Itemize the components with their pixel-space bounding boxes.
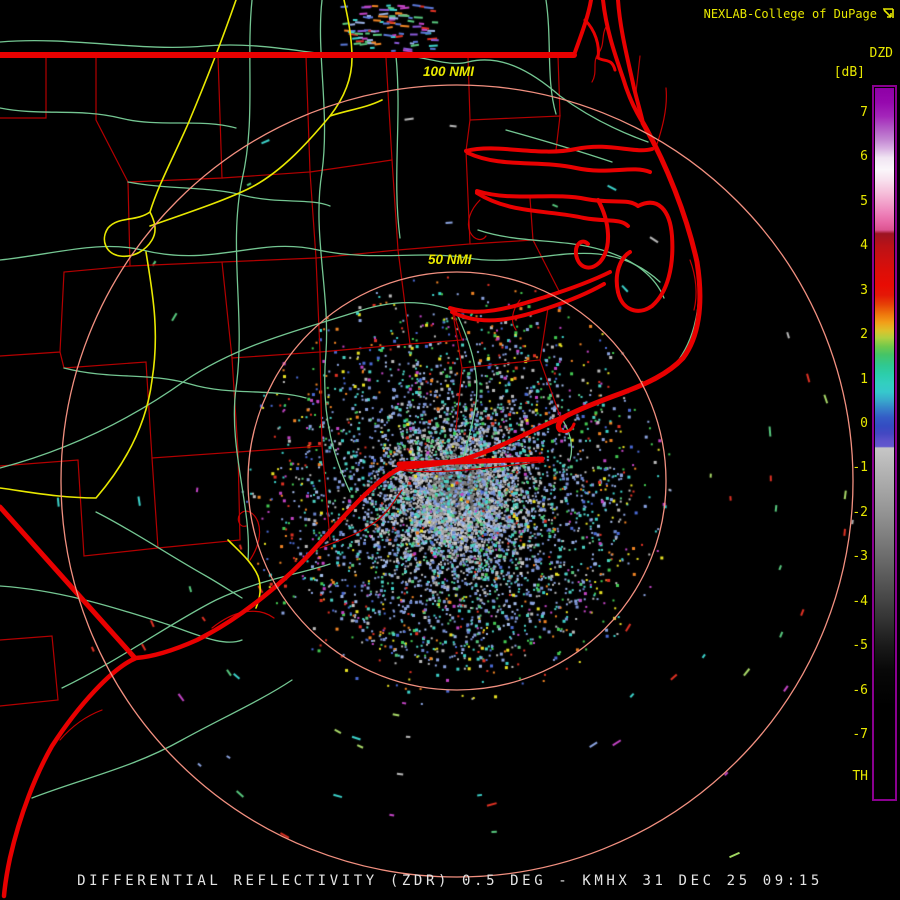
road-line [128, 182, 330, 206]
road-line [96, 512, 242, 598]
colorbar-tick-label: 0 [860, 417, 868, 431]
shoreline-detail-line [468, 200, 486, 239]
county-border-line [558, 56, 560, 116]
county-border-line [456, 368, 462, 430]
county-border-line [60, 352, 64, 368]
road-line [319, 0, 350, 492]
road-line [0, 246, 660, 282]
state-coastline [468, 153, 650, 172]
state-coastline [574, 0, 591, 55]
county-border-line [96, 56, 130, 266]
colorbar-tick-label: -7 [852, 728, 868, 742]
page-title: NEXLAB-College of DuPage [704, 7, 877, 21]
state-coastline [466, 147, 652, 152]
road-line [456, 312, 477, 462]
colorbar-tick-label: 1 [860, 373, 868, 387]
county-border-line [0, 266, 130, 356]
road-line [0, 303, 456, 468]
county-border-line [540, 360, 560, 416]
colorbar-tick-label: -1 [852, 461, 868, 475]
colorbar-tick-label: -6 [852, 684, 868, 698]
county-border-line [530, 198, 533, 240]
road-line [64, 368, 306, 398]
county-border-line [222, 56, 310, 178]
colorbar-tick-label: -3 [852, 550, 868, 564]
county-border-line [238, 352, 322, 452]
county-border-line [0, 458, 158, 556]
state-coastline [0, 507, 134, 657]
highway-line [104, 0, 236, 256]
road-line [234, 0, 252, 560]
county-border-line [320, 250, 410, 352]
colorbar-threshold-label: TH [852, 770, 868, 784]
county-border-line [386, 58, 392, 160]
colorbar-product-label: DZD [870, 47, 893, 61]
colorbar-tick-label: 7 [860, 106, 868, 120]
colorbar-tick-label: 2 [860, 328, 868, 342]
colorbar-units-label: [dB] [834, 66, 865, 80]
colorbar-gradient [875, 88, 894, 798]
county-border-line [322, 446, 330, 540]
county-border-line [158, 452, 240, 548]
county-border-line [0, 636, 58, 706]
road-line [62, 564, 330, 688]
colorbar-tick-label: -4 [852, 595, 868, 609]
highway-line [150, 0, 352, 226]
shoreline-detail-line [690, 260, 696, 310]
range-ring-label-100nmi: 100 NMI [423, 64, 474, 79]
colorbar-tick-label: -5 [852, 639, 868, 653]
state-coastline [576, 200, 608, 268]
colorbar-tick-label: 3 [860, 284, 868, 298]
county-border-line [470, 240, 560, 293]
cod-logo-icon [881, 6, 896, 21]
range-ring [61, 85, 853, 877]
highway-line [330, 100, 382, 116]
radar-display: 100 NMI 50 NMI NEXLAB-College of DuPage … [0, 0, 900, 900]
state-coastline [4, 416, 566, 896]
county-border-line [398, 151, 470, 250]
colorbar-tick-label: -2 [852, 506, 868, 520]
road-line [32, 680, 292, 798]
county-border-line [310, 160, 398, 258]
base-map [0, 0, 900, 900]
state-coastline [399, 459, 542, 464]
range-ring-label-50nmi: 50 NMI [428, 252, 472, 267]
status-bar-text: DIFFERENTIAL REFLECTIVITY (ZDR) 0.5 DEG … [0, 873, 900, 889]
colorbar-tick-label: 5 [860, 195, 868, 209]
road-line [396, 56, 400, 238]
colorbar-tick-label: 6 [860, 150, 868, 164]
colorbar [872, 85, 897, 801]
county-border-line [636, 56, 640, 92]
colorbar-tick-label: 4 [860, 239, 868, 253]
